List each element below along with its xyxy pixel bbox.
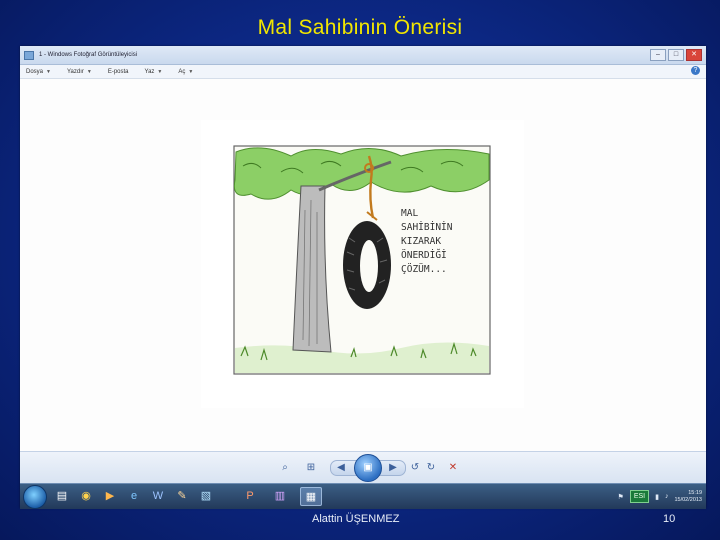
taskbar: ▤ ◉ ▶ e W ✎ ▧ P ▥ ▦ ⚑ ESI ▮ ♪ 15:19 15/0… <box>20 483 706 509</box>
next-icon[interactable]: ▶ <box>386 461 400 475</box>
tire-swing-cartoon: MAL SAHİBİNİN KIZARAK ÖNERDİĞİ ÇÖZÜM... <box>201 120 524 408</box>
photos-icon[interactable]: ▧ <box>196 487 216 506</box>
close-button[interactable]: ✕ <box>686 49 702 61</box>
folder-icon[interactable]: ▤ <box>52 487 72 506</box>
ie-icon[interactable]: e <box>124 487 144 506</box>
fit-icon[interactable]: ⊞ <box>304 461 318 475</box>
menu-dosya[interactable]: Dosya ▼ <box>26 69 51 75</box>
photo-viewer-icon[interactable]: ▦ <box>300 487 322 506</box>
chevron-down-icon: ▼ <box>157 68 163 75</box>
menu-yaz[interactable]: Yaz ▼ <box>145 69 163 75</box>
caption-line: ÖNERDİĞİ <box>401 249 447 261</box>
caption-line: SAHİBİNİN <box>401 222 453 233</box>
previous-icon[interactable]: ◀ <box>334 461 348 475</box>
paint-icon[interactable]: ✎ <box>172 487 192 506</box>
slideshow-icon[interactable]: ▣ <box>354 454 382 482</box>
powerpoint-icon[interactable]: P <box>240 487 260 506</box>
caption-line: ÇÖZÜM... <box>401 264 447 275</box>
network-icon[interactable]: ▮ <box>655 493 659 501</box>
word-icon[interactable]: W <box>148 487 168 506</box>
clock[interactable]: 15:19 15/02/2013 <box>674 490 702 504</box>
start-button[interactable] <box>23 485 47 509</box>
volume-icon[interactable]: ♪ <box>665 493 669 500</box>
image-viewer-area: MAL SAHİBİNİN KIZARAK ÖNERDİĞİ ÇÖZÜM... <box>20 79 706 451</box>
menu-bar: Dosya ▼ Yazdır ▼ E-posta Yaz ▼ Aç ▼ ? <box>20 65 706 79</box>
clock-date: 15/02/2013 <box>674 496 702 503</box>
rotate-left-icon[interactable]: ↺ <box>408 461 422 475</box>
chevron-down-icon: ▼ <box>188 68 194 75</box>
chrome-icon[interactable]: ◉ <box>76 487 96 506</box>
window-buttons: – □ ✕ <box>650 49 702 61</box>
window-titlebar: 1 - Windows Fotoğraf Görüntüleyicisi – □… <box>20 46 706 65</box>
photo-viewer-screenshot: 1 - Windows Fotoğraf Görüntüleyicisi – □… <box>20 46 706 509</box>
zoom-icon[interactable]: ⌕ <box>278 461 292 475</box>
winrar-icon[interactable]: ▥ <box>270 487 290 506</box>
system-tray: ⚑ ESI ▮ ♪ 15:19 15/02/2013 <box>618 487 702 506</box>
viewer-controls: ⌕ ⊞ ◀ ▣ ▶ ↺ ↻ ✕ <box>20 451 706 484</box>
chevron-down-icon: ▼ <box>86 68 92 75</box>
clock-time: 15:19 <box>688 489 702 496</box>
menu-ac[interactable]: Aç ▼ <box>178 69 193 75</box>
caption-line: MAL <box>401 208 418 219</box>
chevron-down-icon: ▼ <box>46 68 51 75</box>
maximize-button[interactable]: □ <box>668 49 684 61</box>
help-icon[interactable]: ? <box>691 66 700 75</box>
window-title: 1 - Windows Fotoğraf Görüntüleyicisi <box>39 52 138 58</box>
language-indicator[interactable]: ESI <box>629 490 650 503</box>
caption-line: KIZARAK <box>401 236 441 247</box>
action-center-icon[interactable]: ⚑ <box>618 493 624 501</box>
media-icon[interactable]: ▶ <box>100 487 120 506</box>
slide-author: Alattin ÜŞENMEZ <box>312 513 400 525</box>
app-icon <box>24 50 34 60</box>
cartoon-image: MAL SAHİBİNİN KIZARAK ÖNERDİĞİ ÇÖZÜM... <box>201 120 524 408</box>
rotate-right-icon[interactable]: ↻ <box>424 461 438 475</box>
delete-icon[interactable]: ✕ <box>446 461 460 475</box>
slide-page-number: 10 <box>663 513 676 525</box>
menu-eposta[interactable]: E-posta <box>108 69 129 75</box>
menu-yazdir[interactable]: Yazdır ▼ <box>67 69 92 75</box>
slide-title: Mal Sahibinin Önerisi <box>257 16 463 39</box>
minimize-button[interactable]: – <box>650 49 666 61</box>
